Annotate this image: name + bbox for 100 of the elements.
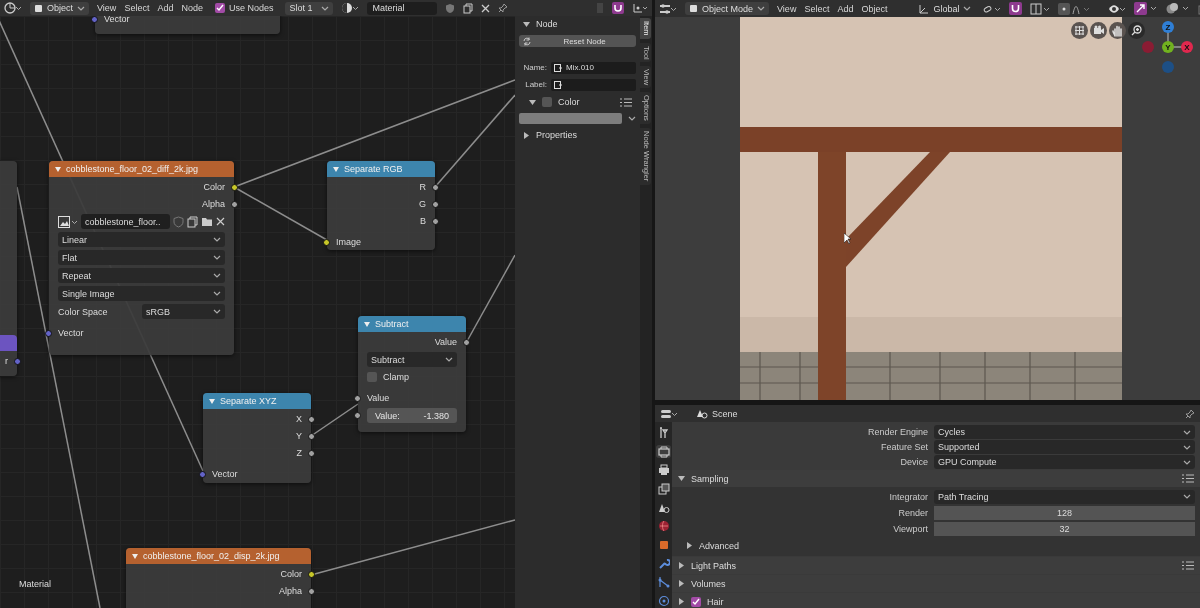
- orientation-dropdown[interactable]: Global: [915, 2, 976, 15]
- material-name-field[interactable]: Material: [367, 1, 438, 15]
- menu-item[interactable]: Select: [124, 3, 150, 13]
- dropdown[interactable]: Subtract: [367, 352, 457, 367]
- folder-icon[interactable]: [201, 216, 213, 227]
- dropdown[interactable]: sRGB: [142, 304, 225, 319]
- socket-dot[interactable]: [231, 183, 238, 191]
- menu-item[interactable]: Node: [181, 3, 203, 13]
- panel-title[interactable]: Volumes: [691, 578, 726, 589]
- shield-icon[interactable]: [445, 2, 456, 14]
- properties-tab[interactable]: [656, 575, 671, 590]
- panel-title[interactable]: Properties: [536, 130, 578, 140]
- pin-icon[interactable]: [1185, 408, 1195, 419]
- number-field[interactable]: 128: [934, 505, 1195, 520]
- reset-node-button[interactable]: Reset Node: [519, 35, 636, 47]
- gizmo-toggle-icon[interactable]: [1134, 2, 1159, 15]
- disclosure-triangle-icon[interactable]: [529, 98, 536, 106]
- menu-item[interactable]: Add: [837, 3, 854, 14]
- negative-axis-handle[interactable]: [1142, 41, 1154, 53]
- menu-item[interactable]: View: [777, 3, 797, 14]
- axis-handle[interactable]: Z: [1162, 21, 1174, 33]
- disclosure-triangle-icon[interactable]: [678, 580, 685, 587]
- dropdown[interactable]: Single Image: [58, 286, 225, 301]
- number-field[interactable]: Value: -1.380: [367, 408, 457, 423]
- magnet-icon[interactable]: [1009, 2, 1023, 15]
- copy-icon[interactable]: [463, 2, 474, 14]
- properties-tab[interactable]: [656, 482, 671, 496]
- socket-dot[interactable]: [308, 587, 315, 595]
- collapse-triangle-icon[interactable]: [132, 553, 138, 559]
- menu-item[interactable]: View: [97, 3, 117, 13]
- slot-dropdown[interactable]: Slot 1: [285, 1, 334, 15]
- copy-icon[interactable]: [187, 215, 198, 228]
- object-dropdown[interactable]: Object: [30, 1, 89, 15]
- negative-axis-handle[interactable]: [1162, 61, 1174, 73]
- color-swatch[interactable]: [519, 113, 622, 124]
- overlay-icon[interactable]: [1166, 2, 1191, 15]
- mode-dropdown[interactable]: Object Mode: [685, 2, 770, 15]
- properties-tab[interactable]: [656, 444, 671, 459]
- socket-dot[interactable]: [308, 432, 315, 440]
- dropdown[interactable]: Cycles: [934, 425, 1195, 439]
- snap-options-icon[interactable]: [632, 2, 648, 14]
- disclosure-triangle-icon[interactable]: [523, 20, 530, 28]
- disclosure-triangle-icon[interactable]: [678, 562, 685, 569]
- preset-list-icon[interactable]: [1182, 474, 1194, 483]
- properties-tab[interactable]: [656, 463, 671, 478]
- panel-title[interactable]: Color: [558, 97, 580, 107]
- visibility-icon[interactable]: [1108, 2, 1127, 15]
- node-header[interactable]: Separate RGB: [327, 161, 435, 177]
- menu-item[interactable]: Select: [804, 3, 830, 14]
- checkbox[interactable]: [542, 97, 552, 107]
- socket-dot[interactable]: [354, 412, 361, 419]
- properties-tab[interactable]: [656, 594, 671, 608]
- checkbox-label[interactable]: Clamp: [383, 372, 409, 382]
- axis-handle[interactable]: Y: [1162, 41, 1174, 53]
- socket-dot[interactable]: [308, 570, 315, 578]
- dropdown[interactable]: Flat: [58, 250, 225, 265]
- collapse-triangle-icon[interactable]: [364, 321, 370, 327]
- socket-dot[interactable]: [308, 415, 315, 423]
- disclosure-triangle-icon[interactable]: [523, 131, 530, 139]
- text-field[interactable]: [551, 78, 636, 91]
- pin-icon[interactable]: [498, 3, 509, 13]
- image-name-field[interactable]: cobblestone_floor..: [81, 214, 170, 229]
- socket-dot[interactable]: [91, 16, 98, 23]
- socket-dot[interactable]: [432, 217, 439, 225]
- collapse-triangle-icon[interactable]: [209, 398, 215, 404]
- text-field[interactable]: Mix.010: [551, 61, 636, 74]
- dropdown[interactable]: Supported: [934, 440, 1195, 454]
- dropdown[interactable]: Path Tracing: [934, 489, 1195, 504]
- properties-tab[interactable]: [656, 519, 671, 534]
- magnet-icon[interactable]: [612, 2, 624, 14]
- preset-list-icon[interactable]: [1182, 561, 1194, 570]
- preset-list-icon[interactable]: [620, 97, 632, 107]
- close-icon[interactable]: [216, 217, 225, 226]
- panel-title[interactable]: Node: [536, 19, 558, 29]
- socket-dot[interactable]: [354, 394, 361, 402]
- socket-dot[interactable]: [45, 329, 52, 337]
- socket-dot[interactable]: [14, 357, 21, 365]
- socket-dot[interactable]: [199, 470, 206, 478]
- collapse-triangle-icon[interactable]: [333, 166, 339, 172]
- checkbox[interactable]: [691, 596, 701, 607]
- hand-icon[interactable]: [1109, 22, 1126, 39]
- socket-dot[interactable]: [308, 449, 315, 457]
- node-header[interactable]: Subtract: [358, 316, 466, 332]
- socket-dot[interactable]: [432, 200, 439, 208]
- disclosure-triangle-icon[interactable]: [686, 542, 693, 549]
- menu-item[interactable]: Object: [861, 3, 888, 14]
- editor-type-icon[interactable]: [660, 407, 678, 420]
- editor-type-icon[interactable]: [4, 2, 22, 14]
- node-header[interactable]: Separate XYZ: [203, 393, 311, 409]
- node-header[interactable]: cobblestone_floor_02_disp_2k.jpg: [126, 548, 311, 564]
- socket-dot[interactable]: [231, 200, 238, 208]
- checkbox[interactable]: [214, 3, 225, 13]
- checkbox[interactable]: [367, 372, 377, 382]
- checkbox-label[interactable]: Use Nodes: [228, 3, 274, 13]
- menu-item[interactable]: Add: [157, 3, 174, 13]
- panel-title[interactable]: Sampling: [691, 473, 729, 484]
- socket-dot[interactable]: [323, 238, 330, 246]
- material-sphere-icon[interactable]: [341, 2, 360, 14]
- dropdown[interactable]: Linear: [58, 232, 225, 247]
- axis-handle[interactable]: X: [1181, 41, 1193, 53]
